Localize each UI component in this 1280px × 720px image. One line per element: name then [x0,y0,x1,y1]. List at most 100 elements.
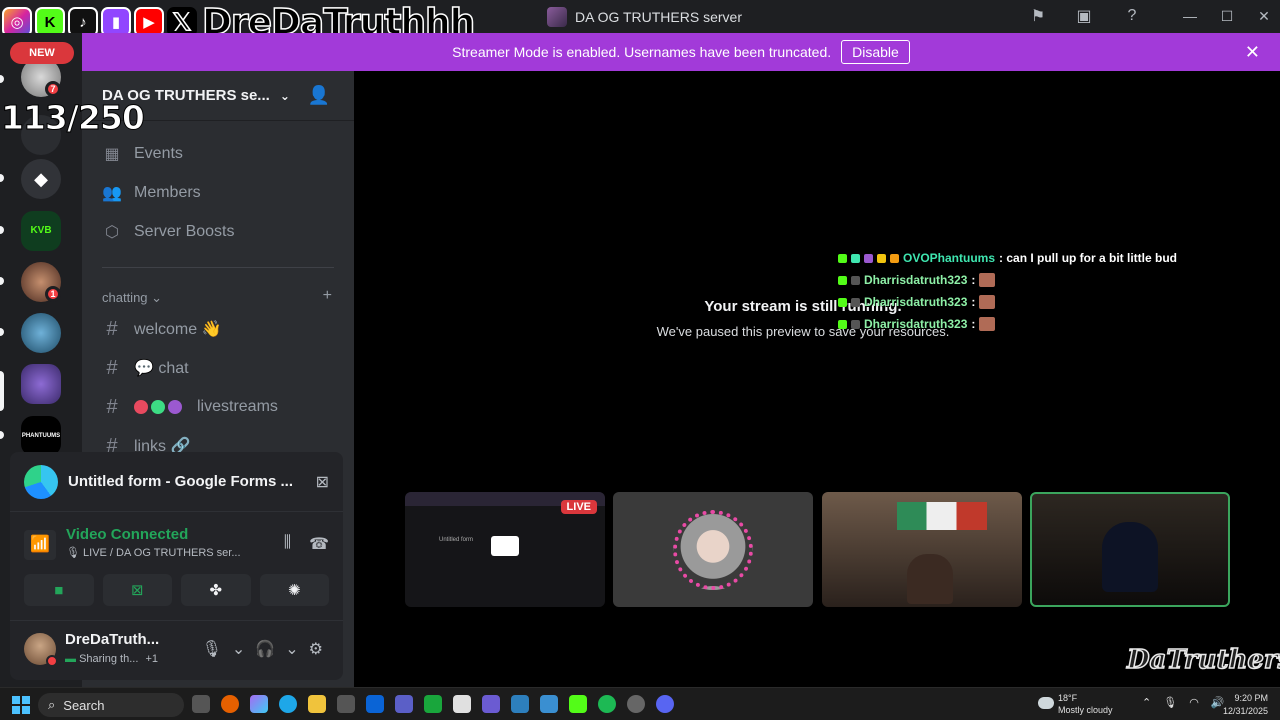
server-icon-active[interactable] [21,364,61,404]
app-icon-window[interactable] [453,695,471,713]
user-controls: 🎙 ⌄ 🎧 ⌄ ⚙ [202,639,323,659]
edge-icon [24,464,58,499]
nav-label: Server Boosts [134,223,235,240]
taskbar-search[interactable]: ⌕ Search [38,693,184,717]
chevron-down-icon: ⌄ [279,88,290,103]
disconnect-icon[interactable]: ☎ [309,534,329,554]
stream-tile-camera-1[interactable] [822,492,1022,607]
edge-taskbar-icon[interactable] [279,695,297,713]
chat-line: Dharrisdatruth323 : [838,291,1278,313]
app-icon-purple[interactable] [482,695,500,713]
server-icon-3[interactable]: ◆ [21,159,61,199]
watermark-logo: DaTruthers [1126,644,1280,676]
clock[interactable]: 9:20 PM 12/31/2025 [1223,692,1268,718]
channel-livestreams[interactable]: # livestreams [102,392,277,422]
add-member-icon[interactable]: 👤 [308,85,330,106]
microphone-icon[interactable]: 🎙 [202,639,222,659]
nav-events[interactable]: ▦ Events [102,139,182,169]
noise-suppression-icon[interactable]: ⫼ [284,534,291,554]
subscriber-badge-icon [864,253,873,263]
search-icon: ⌕ [48,697,56,712]
stream-tile-screenshare[interactable]: Untitled form LIVE [405,492,605,607]
channel-name: welcome 👋 [134,321,222,338]
headphones-icon[interactable]: 🎧 [255,639,275,659]
signal-icon[interactable]: 📶 [24,530,56,560]
wifi-icon[interactable]: ◠ [1189,696,1199,709]
close-icon[interactable]: ✕ [1245,42,1260,63]
mention-badge: 1 [45,286,61,302]
start-icon[interactable] [12,696,30,714]
store-icon[interactable] [337,695,355,713]
cloud-icon [1038,697,1054,709]
app-icon-wave[interactable] [511,695,529,713]
help-icon[interactable]: ? [1122,6,1142,26]
create-channel-icon[interactable]: + [323,287,332,305]
settings-gear-icon[interactable]: ⚙ [309,639,323,659]
weather-desc: Mostly cloudy [1058,705,1113,715]
chat-line: Dharrisdatruth323 : [838,313,1278,335]
nav-server-boosts[interactable]: ⬡ Server Boosts [102,217,234,247]
person-figure [1102,522,1158,592]
nav-members[interactable]: 👥 Members [102,178,201,208]
voice-status: Video Connected [66,526,189,543]
search-label: Search [63,697,105,713]
stop-stream-icon[interactable]: ⊠ [316,472,329,492]
inbox-icon[interactable]: ▣ [1074,6,1094,26]
minimize-button[interactable]: — [1178,6,1202,26]
activities-button[interactable]: ✤ [181,574,251,606]
chat-username: Dharrisdatruth323 [864,273,968,287]
window-title-group: DA OG TRUTHERS server [547,7,742,27]
chat-username: Dharrisdatruth323 [864,317,968,331]
kick-taskbar-icon[interactable] [569,695,587,713]
camera-button[interactable]: ■ [24,574,94,606]
discord-taskbar-icon[interactable] [656,695,674,713]
stream-tile-camera-active[interactable] [1030,492,1230,607]
server-icon-6[interactable] [21,313,61,353]
firefox-icon[interactable] [221,695,239,713]
server-icon-kvb[interactable]: KVB [21,211,61,251]
chat-message: : [971,273,976,287]
spotify-icon[interactable] [598,695,616,713]
close-window-button[interactable]: ✕ [1252,6,1276,26]
rank-badge-icon [851,297,860,307]
unread-pip [0,328,4,336]
maximize-button[interactable]: ☐ [1215,6,1239,26]
outlook-icon[interactable] [366,695,384,713]
teams-icon[interactable] [395,695,413,713]
chevron-down-icon[interactable]: ⌄ [285,639,298,659]
screen-share-button[interactable]: ⊠ [102,574,172,606]
obs-icon[interactable] [627,695,645,713]
chevron-up-icon[interactable]: ⌃ [1142,696,1151,709]
disable-streamer-mode-button[interactable]: Disable [841,40,910,64]
channel-name: 💬 chat [134,360,189,377]
copilot-icon[interactable] [250,695,268,713]
voice-channel[interactable]: 🎙 LIVE / DA OG TRUTHERS ser... [66,546,241,559]
chat-message: : [971,295,976,309]
flag-decoration [897,502,987,530]
task-view-icon[interactable] [192,695,210,713]
flag-icon[interactable]: ⚑ [1028,6,1048,26]
photos-icon[interactable] [540,695,558,713]
app-icon-green[interactable] [424,695,442,713]
chat-overlay: OVOPhantuums : can I pull up for a bit l… [838,247,1278,335]
screen-icon: ▬ [65,653,76,665]
divider [102,267,334,268]
soundboard-button[interactable]: ✺ [259,574,329,606]
activity-extra: +1 [145,653,158,665]
file-explorer-icon[interactable] [308,695,326,713]
server-icon-phantuums[interactable]: PHANTUUMS [21,416,61,456]
nav-label: Members [134,184,201,201]
category-header[interactable]: chatting ⌄ [102,290,162,306]
channel-chat[interactable]: # 💬 chat [102,353,189,383]
chevron-down-icon[interactable]: ⌄ [232,639,245,659]
new-pill[interactable]: NEW [10,42,74,64]
windows-taskbar: ⌕ Search 18°F Mostly cloudy ⌃ 🎙 ◠ 🔊 9:20… [0,687,1280,720]
username[interactable]: DreDaTruth... [65,631,159,648]
stream-tile-avatar[interactable] [613,492,813,607]
channel-dots [134,398,185,416]
channel-welcome[interactable]: # welcome 👋 [102,314,222,344]
activity-text: Sharing th... [79,653,139,665]
mic-tray-icon[interactable]: 🎙 [1163,696,1177,709]
follower-counter: 113/250 [1,98,146,138]
weather-widget[interactable]: 18°F Mostly cloudy [1038,692,1138,718]
